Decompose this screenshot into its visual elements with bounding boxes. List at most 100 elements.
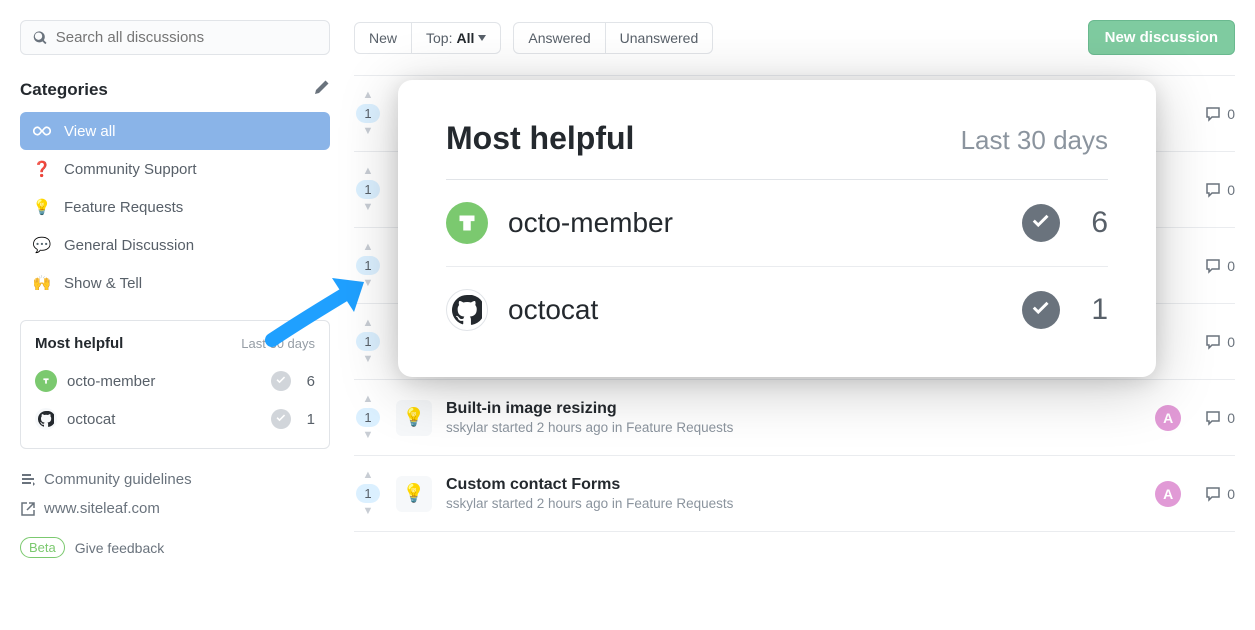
- comment-count[interactable]: 0: [1205, 334, 1235, 350]
- helpful-title: Most helpful: [35, 335, 123, 352]
- category-label: General Discussion: [64, 237, 194, 254]
- vote-column: ▲ 1 ▼: [354, 470, 382, 517]
- avatar-icon: [35, 408, 57, 430]
- comment-icon: [1205, 334, 1221, 350]
- avatar-icon: [446, 289, 488, 331]
- search-input-wrapper[interactable]: [20, 20, 330, 55]
- author-avatar[interactable]: A: [1155, 405, 1181, 431]
- feedback-row[interactable]: Beta Give feedback: [20, 537, 330, 558]
- overlay-name: octo-member: [508, 207, 1002, 239]
- overlay-count: 6: [1080, 206, 1108, 240]
- category-feature-requests[interactable]: 💡 Feature Requests: [20, 188, 330, 226]
- vote-column: ▲ 1 ▼: [354, 90, 382, 137]
- helpful-count: 6: [301, 373, 315, 390]
- discussion-body: Built-in image resizing sskylar started …: [446, 400, 1141, 435]
- discussion-title: Built-in image resizing: [446, 400, 1141, 418]
- vote-column: ▲ 1 ▼: [354, 166, 382, 213]
- upvote-icon[interactable]: ▲: [363, 394, 374, 405]
- category-label: Feature Requests: [64, 199, 183, 216]
- sort-top-button[interactable]: Top: All: [412, 22, 501, 54]
- new-discussion-button[interactable]: New discussion: [1088, 20, 1235, 55]
- vote-count: 1: [356, 104, 379, 123]
- check-icon: [1022, 204, 1060, 242]
- guidelines-icon: [20, 472, 36, 488]
- discussion-row[interactable]: ▲ 1 ▼ 💡 Built-in image resizing sskylar …: [354, 380, 1235, 456]
- chat-icon: 💬: [32, 236, 52, 254]
- overlay-name: octocat: [508, 294, 1002, 326]
- discussion-body: Custom contact Forms sskylar started 2 h…: [446, 476, 1141, 511]
- edit-categories-icon[interactable]: [314, 79, 330, 100]
- discussion-meta: sskylar started 2 hours ago in Feature R…: [446, 420, 1141, 435]
- beta-badge: Beta: [20, 537, 65, 558]
- category-view-all[interactable]: View all: [20, 112, 330, 150]
- overlay-period: Last 30 days: [961, 125, 1108, 156]
- discussion-row[interactable]: ▲ 1 ▼ 💡 Custom contact Forms sskylar sta…: [354, 456, 1235, 532]
- vote-count: 1: [356, 180, 379, 199]
- downvote-icon[interactable]: ▼: [363, 126, 374, 137]
- category-label: View all: [64, 123, 115, 140]
- check-icon: [271, 409, 291, 429]
- downvote-icon[interactable]: ▼: [363, 430, 374, 441]
- overlay-row[interactable]: octocat 1: [446, 267, 1108, 337]
- overlay-title: Most helpful: [446, 120, 634, 157]
- callout-arrow-icon: [262, 260, 382, 360]
- comment-icon: [1205, 410, 1221, 426]
- comment-count[interactable]: 0: [1205, 106, 1235, 122]
- category-label: Community Support: [64, 161, 197, 178]
- check-icon: [271, 371, 291, 391]
- comment-icon: [1205, 486, 1221, 502]
- avatar-icon: [35, 370, 57, 392]
- bulb-icon: 💡: [396, 476, 432, 512]
- upvote-icon[interactable]: ▲: [363, 470, 374, 481]
- vote-count: 1: [356, 484, 379, 503]
- comment-count[interactable]: 0: [1205, 258, 1235, 274]
- filter-button-group: Answered Unanswered: [513, 22, 713, 54]
- downvote-icon[interactable]: ▼: [363, 202, 374, 213]
- feedback-label: Give feedback: [75, 540, 165, 556]
- search-input[interactable]: [56, 29, 317, 46]
- top-prefix: Top:: [426, 30, 452, 46]
- upvote-icon[interactable]: ▲: [363, 242, 374, 253]
- upvote-icon[interactable]: ▲: [363, 90, 374, 101]
- top-value: All: [456, 30, 474, 46]
- sort-new-button[interactable]: New: [354, 22, 412, 54]
- link-label: Community guidelines: [44, 471, 192, 488]
- helpful-row[interactable]: octocat 1: [35, 400, 315, 438]
- comment-count[interactable]: 0: [1205, 410, 1235, 426]
- downvote-icon[interactable]: ▼: [363, 506, 374, 517]
- upvote-icon[interactable]: ▲: [363, 166, 374, 177]
- infinity-icon: [32, 122, 52, 140]
- comment-icon: [1205, 258, 1221, 274]
- bulb-icon: 💡: [396, 400, 432, 436]
- hands-icon: 🙌: [32, 274, 52, 292]
- category-general-discussion[interactable]: 💬 General Discussion: [20, 226, 330, 264]
- author-avatar[interactable]: A: [1155, 481, 1181, 507]
- avatar-icon: [446, 202, 488, 244]
- filter-answered-button[interactable]: Answered: [513, 22, 605, 54]
- community-guidelines-link[interactable]: Community guidelines: [20, 465, 330, 494]
- category-community-support[interactable]: ❓ Community Support: [20, 150, 330, 188]
- discussion-title: Custom contact Forms: [446, 476, 1141, 494]
- overlay-count: 1: [1080, 293, 1108, 327]
- filter-unanswered-button[interactable]: Unanswered: [606, 22, 714, 54]
- categories-heading: Categories: [20, 80, 108, 100]
- external-site-link[interactable]: www.siteleaf.com: [20, 494, 330, 523]
- search-icon: [33, 30, 48, 46]
- helpful-count: 1: [301, 411, 315, 428]
- comment-icon: [1205, 182, 1221, 198]
- vote-column: ▲ 1 ▼: [354, 394, 382, 441]
- helpful-name: octo-member: [67, 373, 261, 390]
- discussion-meta: sskylar started 2 hours ago in Feature R…: [446, 496, 1141, 511]
- check-icon: [1022, 291, 1060, 329]
- external-link-icon: [20, 501, 36, 517]
- overlay-row[interactable]: octo-member 6: [446, 180, 1108, 267]
- link-label: www.siteleaf.com: [44, 500, 160, 517]
- comment-count[interactable]: 0: [1205, 182, 1235, 198]
- category-label: Show & Tell: [64, 275, 142, 292]
- helpful-name: octocat: [67, 411, 261, 428]
- comment-icon: [1205, 106, 1221, 122]
- helpful-row[interactable]: octo-member 6: [35, 362, 315, 400]
- comment-count[interactable]: 0: [1205, 486, 1235, 502]
- question-icon: ❓: [32, 160, 52, 178]
- most-helpful-overlay: Most helpful Last 30 days octo-member 6 …: [398, 80, 1156, 377]
